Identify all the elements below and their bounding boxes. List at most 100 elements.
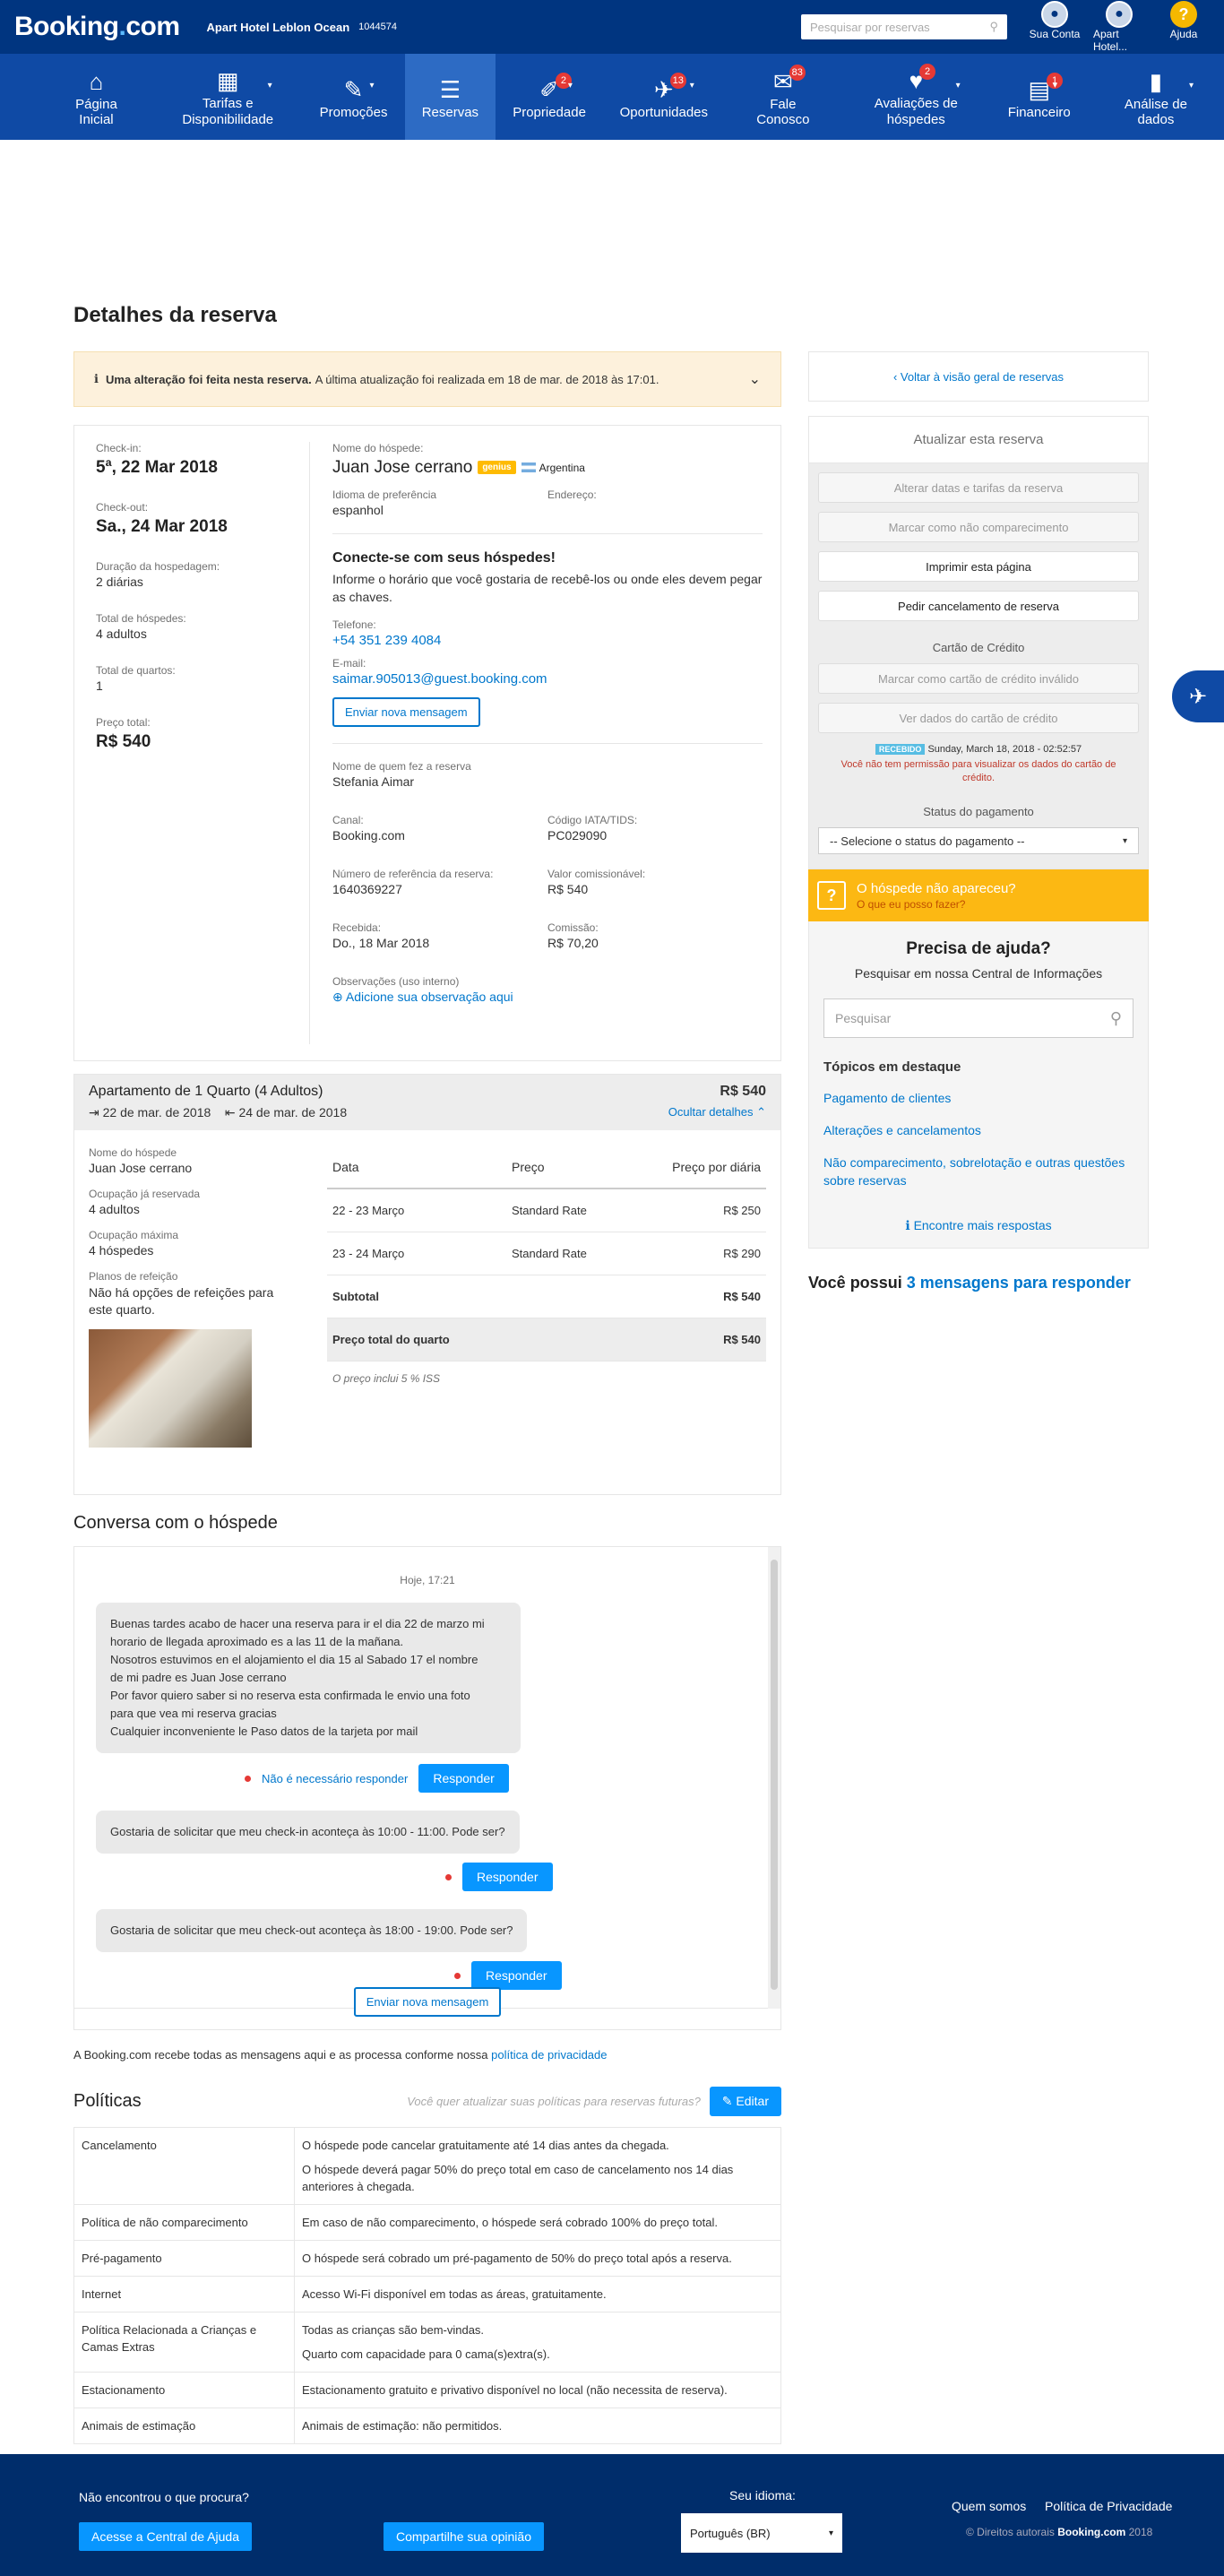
view-card-button[interactable]: Ver dados do cartão de crédito [818,703,1139,733]
policy-name: Política Relacionada a Crianças e Camas … [73,2312,295,2373]
policy-name: Internet [73,2276,295,2312]
back-to-reservations-link[interactable]: ‹ Voltar à visão geral de reservas [808,351,1149,402]
help-search-input[interactable]: Pesquisar ⚲ [823,998,1133,1038]
nav-document[interactable]: ▤ 1 Financeiro ▾ [991,54,1088,140]
policy-row: Pré-pagamento O hóspede será cobrado um p… [73,2240,781,2277]
room-photo[interactable] [89,1329,252,1448]
policy-text: Todas as crianças são bem-vindas. [302,2323,485,2337]
hide-details-link[interactable]: Ocultar detalhes ⌃ [668,1105,766,1119]
footer: Não encontrou o que procura? Acesse a Ce… [0,2454,1224,2576]
policy-row: Política de não comparecimento Em caso de… [73,2204,781,2241]
about-link[interactable]: Quem somos [952,2499,1026,2513]
request-cancellation-button[interactable]: Pedir cancelamento de reserva [818,591,1139,621]
policy-row: Estacionamento Estacionamento gratuito e … [73,2372,781,2408]
topic-link[interactable]: Pagamento de clientes [823,1089,1133,1107]
nav-label: Avaliações de hóspedes [874,96,958,127]
nav-tag[interactable]: ✎ Promoções ▾ [303,54,405,140]
booking-logo[interactable]: Booking.com [14,12,180,42]
chevron-up-icon: ⌃ [756,1105,766,1119]
guest-email-link[interactable]: saimar.905013@guest.booking.com [332,671,763,687]
guest-message: Gostaria de solicitar que meu check-in a… [96,1811,520,1854]
nav-label: Propriedade [513,104,586,120]
stay-duration: 2 diárias [96,575,143,589]
plus-circle-icon: ⊕ [332,990,343,1004]
nav-home[interactable]: ⌂ Página Inicial [39,54,153,140]
pending-messages-link[interactable]: 3 mensagens para responder [907,1274,1131,1292]
nav-calendar[interactable]: ▦ Tarifas e Disponibilidade ▾ [153,54,303,140]
hotel-name: Apart Hotel Leblon Ocean [206,20,350,34]
chart-icon: ▮ [1149,68,1163,95]
booking-reference: 1640369227 [332,882,402,896]
account-menu[interactable]: ● Sua Conta [1029,1,1081,53]
reply-button[interactable]: Responder [418,1764,509,1793]
total-price: R$ 540 [96,732,151,751]
nav-label: Página Inicial [75,97,117,127]
send-message-button[interactable]: Enviar nova mensagem [332,697,480,727]
info-icon: ℹ [905,1218,910,1232]
payment-status-select[interactable]: -- Selecione o status do pagamento -- ▾ [818,827,1139,854]
help-menu[interactable]: ? Ajuda [1158,1,1210,53]
print-page-button[interactable]: Imprimir esta página [818,551,1139,582]
reply-button[interactable]: Responder [462,1863,553,1891]
send-new-message-button[interactable]: Enviar nova mensagem [353,1987,502,2017]
chevron-down-icon[interactable]: ⌄ [749,370,761,388]
no-reply-needed-link[interactable]: Não é necessário responder [262,1772,408,1785]
topic-link[interactable]: Não comparecimento, sobrelotação e outra… [823,1154,1133,1189]
guest-message: Gostaria de solicitar que meu check-out … [96,1909,528,1952]
nav-label: Promoções [319,104,388,120]
home-icon: ⌂ [89,68,104,95]
find-more-answers-link[interactable]: ℹ Encontre mais respostas [823,1215,1133,1233]
share-opinion-button[interactable]: Compartilhe sua opinião [384,2522,544,2551]
reply-button[interactable]: Responder [471,1961,562,1990]
change-dates-button[interactable]: Alterar datas e tarifas da reserva [818,472,1139,503]
nav-rocket[interactable]: ✈ 13 Oportunidades ▾ [603,54,725,140]
nav-pencil[interactable]: ✐ 2 Propriedade ▾ [496,54,603,140]
reservation-details: Check-in: 5ª, 22 Mar 2018 Check-out: Sa., … [73,425,781,1061]
room-card: Apartamento de 1 Quarto (4 Adultos) ⇥ 22… [73,1074,781,1495]
rocket-icon[interactable]: ✈ [1172,670,1224,722]
policy-name: Pré-pagamento [73,2240,295,2277]
mark-no-show-button[interactable]: Marcar como não comparecimento [818,512,1139,542]
nav-heart[interactable]: ♥ 2 Avaliações de hóspedes ▾ [841,54,991,140]
info-icon: ℹ [94,372,99,385]
nav-chart[interactable]: ▮ Análise de dados ▾ [1088,54,1224,140]
nav-list[interactable]: ☰ Reservas [404,54,496,140]
nav-label: Tarifas e Disponibilidade [182,96,274,127]
hotel-menu[interactable]: ● Apart Hotel... [1093,1,1145,53]
topic-link[interactable]: Alterações e cancelamentos [823,1121,1133,1139]
no-show-banner[interactable]: ? O hóspede não apareceu? O que eu posso … [808,869,1149,921]
mark-card-invalid-button[interactable]: Marcar como cartão de crédito inválido [818,663,1139,694]
notification-badge: 83 [789,65,806,81]
table-row: 23 - 24 Março Standard Rate R$ 290 [327,1232,766,1275]
reservation-search-input[interactable]: Pesquisar por reservas ⚲ [801,14,1007,39]
table-row: 22 - 23 Março Standard Rate R$ 250 [327,1189,766,1232]
chevron-down-icon: ▾ [1122,835,1127,846]
calendar-icon: ▦ [216,67,239,94]
change-alert[interactable]: ℹ Uma alteração foi feita nesta reserva.… [73,351,781,407]
chevron-down-icon: ▾ [1052,81,1057,91]
search-icon: ⚲ [989,20,998,33]
language-select[interactable]: Português (BR) ▾ [681,2513,842,2553]
nav-mail[interactable]: ✉ 83 Fale Conosco [725,54,841,140]
total-guests: 4 adultos [96,627,147,641]
question-icon: ? [817,881,846,910]
edit-policies-button[interactable]: ✎ Editar [709,2087,781,2116]
add-note-link[interactable]: ⊕ Adicione sua observação aqui [332,990,763,1005]
help-center-button[interactable]: Acesse a Central de Ajuda [79,2522,252,2551]
what-can-i-do-link[interactable]: O que eu posso fazer? [857,898,1016,911]
chevron-down-icon: ▾ [1188,81,1194,91]
conversation-title: Conversa com o hóspede [73,1513,278,1533]
list-icon: ☰ [439,75,461,103]
scrollbar[interactable] [768,1547,780,2009]
tag-icon: ✎ [343,75,364,103]
guest-phone-link[interactable]: +54 351 239 4084 [332,633,763,648]
user-icon: ● [1041,1,1068,28]
nav-label: Financeiro [1007,104,1071,120]
booker-name: Stefania Aimar [332,774,415,789]
policies-title: Políticas [73,2091,142,2111]
privacy-policy-link[interactable]: política de privacidade [491,2048,607,2062]
nav-label: Reservas [421,104,479,120]
checkin-date: 5ª, 22 Mar 2018 [96,458,218,477]
message-list[interactable]: Hoje, 17:21 Buenas tardes acabo de hacer… [74,1547,780,2009]
privacy-policy-footer-link[interactable]: Política de Privacidade [1045,2499,1172,2513]
